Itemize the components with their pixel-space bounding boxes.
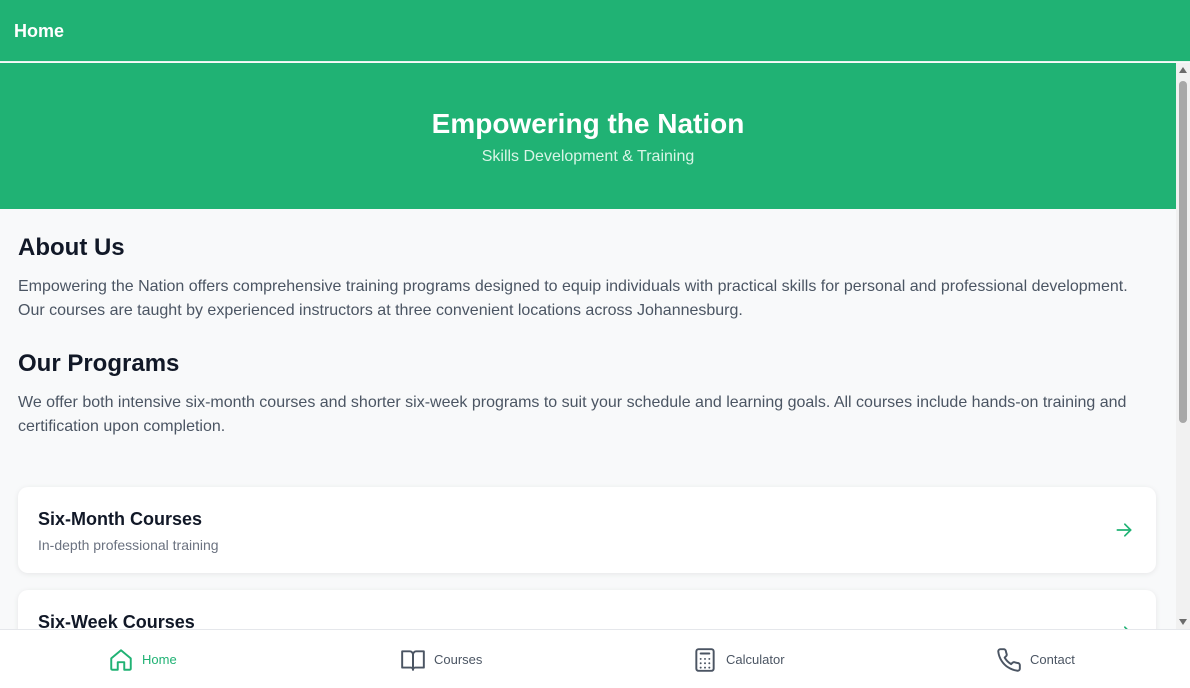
tab-label: Contact: [1030, 652, 1075, 667]
six-month-courses-card[interactable]: Six-Month Courses In-depth professional …: [18, 487, 1156, 573]
hero-subtitle: Skills Development & Training: [481, 148, 695, 165]
hero-title: Empowering the Nation: [431, 108, 745, 139]
page-content: About Us Empowering the Nation offers co…: [0, 209, 1176, 629]
card-subtitle: In-depth professional training: [38, 537, 219, 553]
about-text: Empowering the Nation offers comprehensi…: [18, 278, 1128, 319]
tab-contact[interactable]: Contact: [996, 630, 1075, 688]
calculator-icon: [695, 647, 715, 672]
main-scroll-area[interactable]: Empowering the Nation Skills Development…: [0, 63, 1176, 629]
tab-label: Courses: [434, 652, 483, 667]
card-title: Six-Week Courses: [38, 612, 195, 629]
tab-label: Calculator: [726, 652, 785, 667]
tab-home[interactable]: Home: [108, 630, 177, 688]
scroll-down-arrow-icon[interactable]: [1179, 619, 1187, 625]
vertical-scrollbar[interactable]: [1176, 63, 1190, 629]
hero-banner: Empowering the Nation Skills Development…: [0, 63, 1176, 209]
bottom-tab-bar: Home Courses Calculator Contact: [0, 629, 1190, 688]
tab-courses[interactable]: Courses: [400, 630, 482, 688]
home-icon: [110, 648, 132, 671]
tab-calculator[interactable]: Calculator: [692, 630, 785, 688]
book-icon: [401, 649, 425, 671]
card-title: Six-Month Courses: [38, 509, 203, 529]
scrollbar-thumb[interactable]: [1179, 81, 1187, 423]
six-week-courses-card[interactable]: Six-Week Courses: [18, 590, 1156, 629]
about-title: About Us: [18, 234, 125, 261]
top-header: Home: [0, 0, 1190, 62]
programs-text: We offer both intensive six-month course…: [18, 394, 1127, 435]
programs-title: Our Programs: [18, 350, 180, 377]
phone-icon: [997, 647, 1021, 672]
tab-label: Home: [142, 652, 177, 667]
header-title: Home: [14, 21, 65, 41]
arrow-right-icon: [1116, 523, 1132, 537]
scroll-up-arrow-icon[interactable]: [1179, 67, 1187, 73]
